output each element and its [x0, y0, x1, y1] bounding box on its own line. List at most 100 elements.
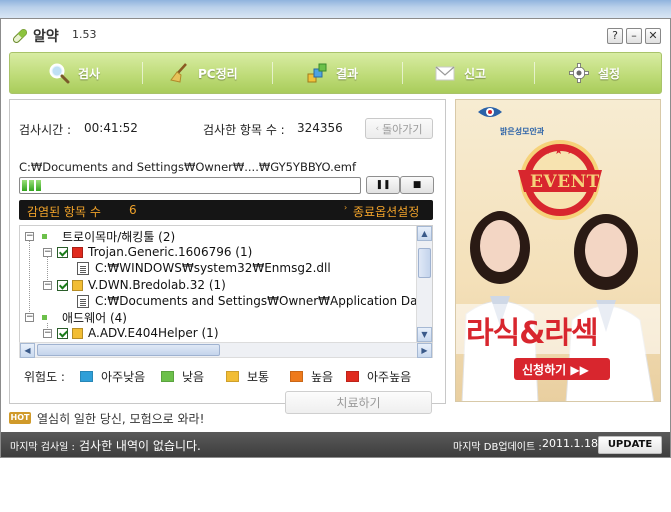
legend-label: 낮음	[182, 370, 205, 384]
legend-medium: 보통	[226, 368, 269, 385]
back-button-label: 돌아가기	[382, 122, 423, 136]
tree-horizontal-scrollbar[interactable]: ◀ ▶	[19, 342, 433, 358]
promo-bar[interactable]: HOT 열심히 일한 당신, 모험으로 와라!	[9, 409, 204, 427]
tab-result-label: 결과	[336, 66, 359, 81]
collapse-toggle-icon[interactable]: −	[43, 280, 52, 290]
current-scan-path: C:₩Documents and Settings₩Owner₩....₩GY5…	[19, 160, 357, 174]
scroll-thumb[interactable]	[418, 248, 431, 278]
tree-row-label: 트로이목마/해킹툴 (2)	[62, 229, 176, 244]
hot-badge-icon: HOT	[9, 412, 31, 424]
scan-time-value: 00:41:52	[84, 121, 138, 135]
back-button[interactable]: ‹ 돌아가기	[365, 118, 433, 139]
tree-file-enmsg2[interactable]: C:₩WINDOWS₩system32₩Enmsg2.dll	[77, 260, 331, 276]
title-bar: 알약 1.53 ? – ✕	[1, 19, 670, 51]
tree-row-label: V.DWN.Bredolab.32 (1)	[88, 278, 226, 292]
gear-icon	[569, 63, 589, 83]
tree-guide-line	[29, 240, 30, 320]
risk-low-icon	[161, 371, 174, 382]
tree-vertical-scrollbar[interactable]: ▲ ▼	[416, 226, 432, 342]
update-button[interactable]: UPDATE	[598, 436, 662, 454]
risk-medium-icon	[72, 279, 83, 291]
toolbar-divider	[142, 62, 143, 84]
advertisement-banner[interactable]: ★ ★ ★ 밝은성모안과 EVENT 라식&라섹 신청하기 ▶▶	[455, 99, 661, 402]
category-marker-icon	[39, 311, 50, 323]
item-checkbox[interactable]	[57, 246, 68, 258]
collapse-toggle-icon[interactable]: −	[25, 312, 34, 322]
db-update-label: 마지막 DB업데이트 :	[453, 442, 542, 453]
ad-cta[interactable]: 신청하기 ▶▶	[522, 361, 589, 378]
tab-report-label: 신고	[464, 66, 487, 81]
tree-row-label: C:₩Documents and Settings₩Owner₩Applicat…	[95, 294, 433, 308]
desktop-background	[0, 0, 671, 18]
collapse-toggle-icon[interactable]: −	[25, 231, 34, 241]
promo-text[interactable]: 열심히 일한 당신, 모험으로 와라!	[37, 410, 204, 427]
legend-very-low: 아주낮음	[80, 368, 145, 385]
ad-clinic-name: 밝은성모안과	[500, 127, 545, 136]
exit-options-link[interactable]: 종료옵션설정	[353, 203, 419, 220]
legend-high: 높음	[290, 368, 333, 385]
tree-file-appdata[interactable]: C:₩Documents and Settings₩Owner₩Applicat…	[77, 293, 433, 309]
item-checkbox[interactable]	[57, 327, 68, 339]
pause-button[interactable]: ❚❚	[366, 176, 400, 194]
tree-item-trojan-generic[interactable]: − Trojan.Generic.1606796 (1)	[43, 244, 252, 260]
risk-medium-icon	[226, 371, 239, 382]
tab-report[interactable]: 신고	[434, 53, 486, 93]
blank-area	[0, 458, 671, 512]
app-title: 알약	[33, 29, 59, 45]
collapse-toggle-icon[interactable]: −	[43, 247, 52, 257]
tree-row-label: C:₩WINDOWS₩system32₩Enmsg2.dll	[95, 261, 331, 275]
scanned-count-label: 검사한 항목 수 :	[203, 123, 285, 137]
last-scan-value: 검사한 내역이 없습니다.	[79, 439, 201, 453]
stop-button[interactable]: ■	[400, 176, 434, 194]
tab-scan-label: 검사	[78, 66, 101, 81]
minimize-button[interactable]: –	[626, 28, 642, 44]
legend-label: 아주높음	[367, 370, 412, 384]
broom-icon	[170, 63, 187, 83]
cure-button[interactable]: 치료하기	[285, 391, 432, 414]
tree-item-e404helper[interactable]: − A.ADV.E404Helper (1)	[43, 325, 219, 341]
progress-segment	[22, 180, 27, 191]
legend-label: 아주낮음	[101, 370, 146, 384]
toolbar-divider	[534, 62, 535, 84]
scroll-left-icon[interactable]: ◀	[20, 343, 35, 358]
risk-very-low-icon	[80, 371, 93, 382]
scroll-right-icon[interactable]: ▶	[417, 343, 432, 358]
envelope-icon	[435, 66, 455, 81]
svg-text:★ ★ ★: ★ ★ ★	[542, 146, 575, 157]
tree-category-trojan[interactable]: − 트로이목마/해킹툴 (2)	[25, 228, 175, 244]
tree-row-label: A.ADV.E404Helper (1)	[88, 326, 219, 340]
tab-result[interactable]: 결과	[306, 53, 358, 93]
infected-count-bar: 감염된 항목 수 6 › 종료옵션설정	[19, 200, 433, 220]
tab-pc-cleanup-label: PC정리	[198, 66, 238, 81]
scan-time-label: 검사시간 :	[19, 123, 72, 137]
scan-progress-fill	[22, 180, 41, 191]
close-button[interactable]: ✕	[645, 28, 661, 44]
result-boxes-icon	[307, 63, 327, 83]
status-bar: 마지막 검사일 : 검사한 내역이 없습니다. 마지막 DB업데이트 : 201…	[1, 432, 670, 457]
item-checkbox[interactable]	[57, 279, 68, 291]
legend-very-high: 아주높음	[346, 368, 411, 385]
legend-label: 높음	[311, 370, 334, 384]
risk-very-high-icon	[72, 246, 83, 258]
tab-settings-label: 설정	[598, 66, 621, 81]
toolbar-divider	[402, 62, 403, 84]
help-button[interactable]: ?	[607, 28, 623, 44]
scanned-count-value: 324356	[297, 121, 343, 135]
tree-category-adware[interactable]: − 애드웨어 (4)	[25, 309, 127, 325]
threat-tree: − 트로이목마/해킹툴 (2) − Trojan.Generic.1606796…	[19, 225, 433, 343]
tree-item-bredolab[interactable]: − V.DWN.Bredolab.32 (1)	[43, 277, 226, 293]
category-marker-icon	[39, 230, 50, 242]
tab-pc-cleanup[interactable]: PC정리	[168, 53, 238, 93]
collapse-toggle-icon[interactable]: −	[43, 328, 52, 338]
pill-logo-icon	[12, 28, 28, 44]
tab-settings[interactable]: 설정	[568, 53, 620, 93]
scroll-down-icon[interactable]: ▼	[417, 327, 432, 342]
tab-scan[interactable]: 검사	[48, 53, 100, 93]
infected-count-label: 감염된 항목 수	[27, 205, 101, 219]
scroll-up-icon[interactable]: ▲	[417, 226, 432, 241]
toolbar-divider	[272, 62, 273, 84]
risk-medium-icon	[72, 327, 83, 339]
ad-headline: 라식&라섹	[466, 316, 599, 351]
scroll-thumb[interactable]	[37, 344, 220, 356]
risk-legend-title: 위험도 :	[24, 370, 65, 384]
